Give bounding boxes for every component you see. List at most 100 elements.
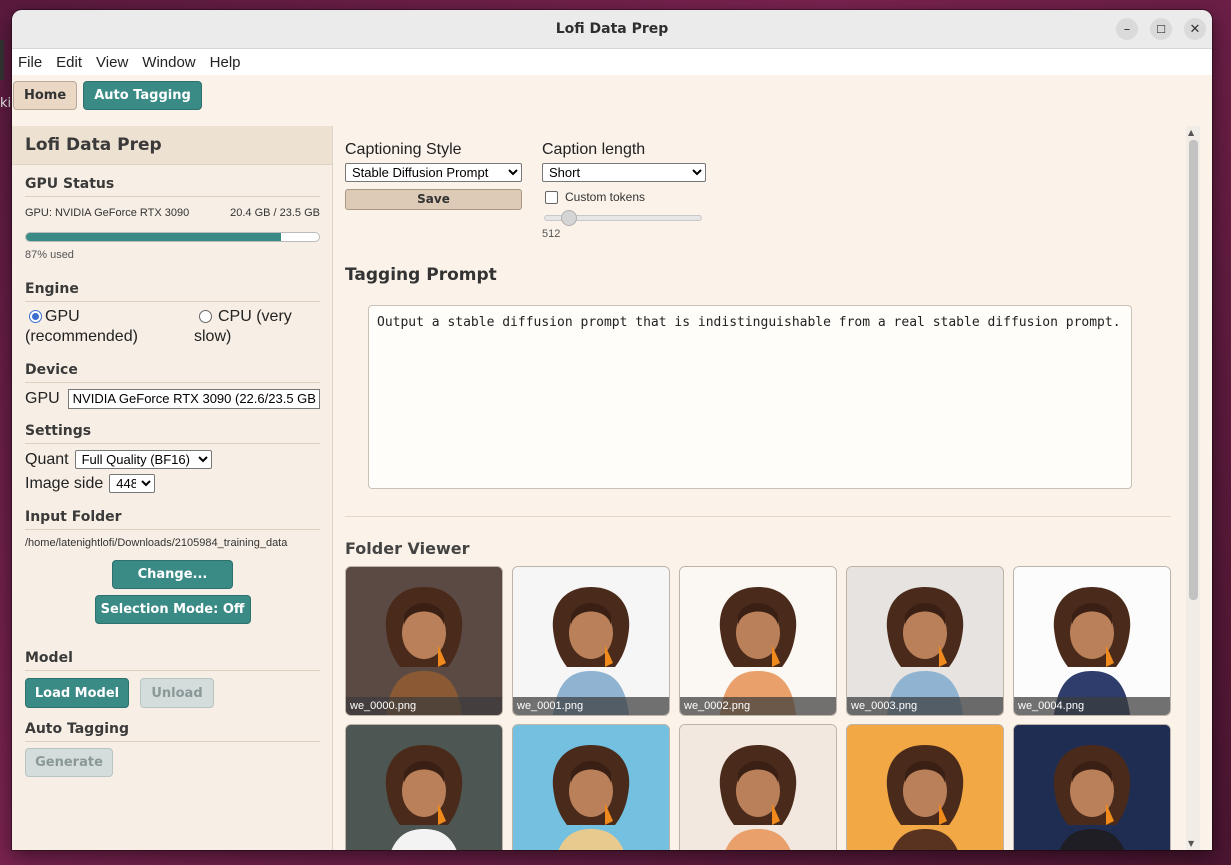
gpu-usage-text: 87% used <box>25 249 74 261</box>
device-title: Device <box>25 362 320 383</box>
portrait-image <box>1014 567 1170 715</box>
engine-cpu-option[interactable]: CPU (very slow) <box>194 307 314 347</box>
tab-auto-tagging[interactable]: Auto Tagging <box>83 80 202 110</box>
cpu-radio[interactable] <box>199 310 212 323</box>
generate-button[interactable]: Generate <box>25 748 113 777</box>
captioning-style-label: Captioning Style <box>345 141 462 158</box>
auto-tagging-title: Auto Tagging <box>25 721 320 742</box>
portrait-image <box>847 725 1003 850</box>
menu-view[interactable]: View <box>96 54 128 71</box>
image-thumbnail[interactable] <box>345 724 503 850</box>
image-thumbnail[interactable] <box>1013 724 1171 850</box>
image-side-label: Image side <box>25 474 104 492</box>
close-button[interactable]: ✕ <box>1184 18 1206 40</box>
custom-tokens-label: Custom tokens <box>565 190 646 204</box>
token-slider-thumb[interactable] <box>560 210 577 226</box>
captioning-style-select[interactable]: Stable Diffusion Prompt <box>345 163 522 182</box>
image-thumbnail[interactable]: we_0004.png <box>1013 566 1171 716</box>
tagging-prompt-textarea[interactable]: Output a stable diffusion prompt that is… <box>368 305 1132 489</box>
gpu-status-section: GPU Status GPU: NVIDIA GeForce RTX 3090 … <box>25 176 320 261</box>
menu-help[interactable]: Help <box>210 54 241 71</box>
image-thumbnail[interactable] <box>846 724 1004 850</box>
engine-section: Engine GPU (recommended) CPU (very slow) <box>25 281 320 351</box>
title-bar[interactable]: Lofi Data Prep – ☐ ✕ <box>12 10 1212 49</box>
gpu-name: GPU: NVIDIA GeForce RTX 3090 <box>25 207 190 219</box>
sidebar-title: Lofi Data Prep <box>12 126 332 165</box>
tagging-prompt-title: Tagging Prompt <box>345 265 497 285</box>
portrait-image <box>346 567 502 715</box>
image-filename: we_0004.png <box>1014 697 1170 715</box>
scroll-up-arrow[interactable]: ▲ <box>1188 128 1194 137</box>
input-folder-section: Input Folder /home/latenightlofi/Downloa… <box>25 509 320 624</box>
gpu-usage-bar <box>25 232 320 242</box>
sidebar: Lofi Data Prep GPU Status GPU: NVIDIA Ge… <box>12 126 333 850</box>
portrait-image <box>513 725 669 850</box>
folder-viewer-title: Folder Viewer <box>345 539 470 558</box>
load-model-button[interactable]: Load Model <box>25 678 129 708</box>
captioning-style-group: Captioning Style Stable Diffusion Prompt… <box>345 141 522 210</box>
image-filename: we_0003.png <box>847 697 1003 715</box>
image-filename: we_0002.png <box>680 697 836 715</box>
desktop-dock-edge <box>0 40 4 80</box>
gpu-usage-fill <box>26 233 281 241</box>
custom-tokens-checkbox[interactable] <box>545 190 558 204</box>
image-side-select[interactable]: 448 <box>109 474 156 493</box>
divider <box>345 516 1171 517</box>
engine-title: Engine <box>25 281 320 302</box>
portrait-image <box>847 567 1003 715</box>
minimize-button[interactable]: – <box>1116 18 1138 40</box>
engine-gpu-label: GPU (recommended) <box>25 308 138 345</box>
engine-cpu-label: CPU (very slow) <box>194 308 292 345</box>
gpu-status-title: GPU Status <box>25 176 320 197</box>
model-section: Model Load Model Unload <box>25 650 320 708</box>
menu-window[interactable]: Window <box>142 54 195 71</box>
window-title: Lofi Data Prep <box>555 21 669 37</box>
image-filename: we_0001.png <box>513 697 669 715</box>
scroll-down-arrow[interactable]: ▼ <box>1188 839 1194 848</box>
image-thumbnail[interactable]: we_0002.png <box>679 566 837 716</box>
scrollbar-thumb[interactable] <box>1189 140 1198 600</box>
portrait-image <box>680 725 836 850</box>
menu-edit[interactable]: Edit <box>56 54 82 71</box>
desktop-label-fragment: ki <box>0 96 12 111</box>
change-folder-button[interactable]: Change... <box>112 560 233 589</box>
image-thumbnail[interactable]: we_0000.png <box>345 566 503 716</box>
token-slider[interactable] <box>542 210 702 226</box>
tab-bar: Home Auto Tagging <box>12 75 1212 115</box>
image-thumbnail[interactable]: we_0001.png <box>512 566 670 716</box>
gpu-memory: 20.4 GB / 23.5 GB <box>230 207 320 219</box>
settings-title: Settings <box>25 423 320 444</box>
selection-mode-button[interactable]: Selection Mode: Off <box>94 595 251 624</box>
portrait-image <box>513 567 669 715</box>
menu-file[interactable]: File <box>18 54 42 71</box>
portrait-image <box>680 567 836 715</box>
portrait-image <box>1014 725 1170 850</box>
caption-length-label: Caption length <box>542 141 646 158</box>
image-thumbnail[interactable] <box>679 724 837 850</box>
device-select[interactable]: NVIDIA GeForce RTX 3090 (22.6/23.5 GB fr… <box>67 389 320 409</box>
caption-length-select[interactable]: Short <box>542 163 706 182</box>
input-folder-title: Input Folder <box>25 509 320 530</box>
image-thumbnail[interactable] <box>512 724 670 850</box>
token-value: 512 <box>542 228 561 240</box>
app-window: Lofi Data Prep – ☐ ✕ File Edit View Wind… <box>12 10 1212 850</box>
quant-select[interactable]: Full Quality (BF16) <box>74 450 212 469</box>
auto-tagging-section: Auto Tagging Generate <box>25 721 320 777</box>
unload-button[interactable]: Unload <box>140 678 214 708</box>
caption-length-group: Caption length Short Custom tokens 512 <box>542 141 706 240</box>
tab-home[interactable]: Home <box>13 80 78 110</box>
model-title: Model <box>25 650 320 671</box>
device-section: Device GPU NVIDIA GeForce RTX 3090 (22.6… <box>25 362 320 409</box>
main-panel: Captioning Style Stable Diffusion Prompt… <box>333 126 1186 850</box>
gpu-radio[interactable] <box>29 310 42 323</box>
main-scrollbar[interactable]: ▲ ▼ <box>1186 126 1200 850</box>
menu-bar: File Edit View Window Help <box>12 49 1212 75</box>
maximize-button[interactable]: ☐ <box>1150 18 1172 40</box>
engine-gpu-option[interactable]: GPU (recommended) <box>25 307 175 347</box>
input-folder-path: /home/latenightlofi/Downloads/2105984_tr… <box>25 537 288 549</box>
quant-label: Quant <box>25 450 69 468</box>
save-button[interactable]: Save <box>345 189 522 210</box>
settings-section: Settings Quant Full Quality (BF16) Image… <box>25 423 320 493</box>
device-gpu-label: GPU <box>25 390 60 407</box>
image-thumbnail[interactable]: we_0003.png <box>846 566 1004 716</box>
